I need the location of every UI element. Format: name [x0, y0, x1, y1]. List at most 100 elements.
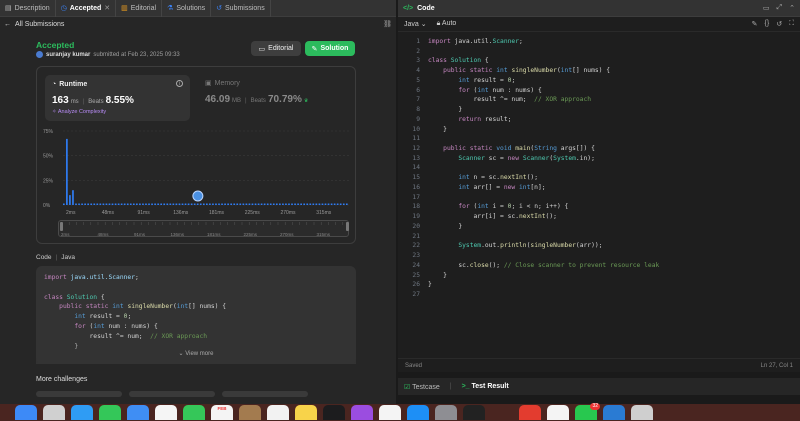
- launchpad-icon[interactable]: [43, 405, 65, 420]
- runtime-bar[interactable]: [285, 203, 287, 205]
- runtime-bar[interactable]: [315, 203, 318, 205]
- expand-icon[interactable]: ⤢: [777, 4, 783, 12]
- code-line[interactable]: Scanner sc = new Scanner(System.in);: [428, 154, 595, 164]
- runtime-bar[interactable]: [209, 203, 211, 205]
- runtime-bar[interactable]: [294, 203, 296, 205]
- note-icon[interactable]: ✎: [752, 20, 758, 28]
- code-line[interactable]: import java.util.Scanner;: [428, 37, 523, 47]
- runtime-bar[interactable]: [321, 203, 324, 205]
- runtime-bar[interactable]: [63, 203, 65, 205]
- maximize-icon[interactable]: ▭: [763, 4, 770, 12]
- runtime-bar[interactable]: [233, 203, 236, 205]
- runtime-bar[interactable]: [193, 203, 196, 205]
- runtime-bar[interactable]: [248, 203, 251, 205]
- runtime-bar[interactable]: [260, 203, 263, 205]
- notes-icon[interactable]: [295, 405, 317, 420]
- runtime-bar[interactable]: [84, 203, 86, 205]
- runtime-bar[interactable]: [339, 203, 342, 205]
- runtime-bar[interactable]: [330, 203, 333, 205]
- code-line[interactable]: public static void main(String args[]) {: [428, 144, 595, 154]
- runtime-bar[interactable]: [245, 203, 248, 205]
- tab-test-result[interactable]: >_ Test Result: [462, 383, 509, 390]
- tab-solutions[interactable]: ⚗ Solutions: [162, 0, 212, 17]
- runtime-bar[interactable]: [148, 203, 150, 205]
- slider-handle-right[interactable]: [346, 222, 349, 231]
- code-editor[interactable]: 1 import java.util.Scanner; 2 3 class Soluti…: [398, 32, 800, 358]
- back-link[interactable]: ← All Submissions: [4, 21, 64, 28]
- code-line[interactable]: int n = sc.nextInt();: [428, 173, 538, 183]
- runtime-bar[interactable]: [96, 203, 99, 205]
- runtime-bar[interactable]: [154, 203, 156, 205]
- code-line[interactable]: }: [428, 125, 447, 135]
- vscode-icon[interactable]: [603, 405, 625, 420]
- runtime-bar[interactable]: [160, 203, 163, 205]
- chevron-up-icon[interactable]: ⌃: [789, 4, 795, 12]
- chrome-icon[interactable]: [547, 405, 569, 420]
- code-line[interactable]: int arr[] = new int[n];: [428, 183, 545, 193]
- runtime-bar[interactable]: [218, 203, 220, 205]
- code-line[interactable]: arr[i] = sc.nextInt();: [428, 212, 556, 222]
- runtime-card[interactable]: ◔ Runtime i 163 ms | Beats 8.55% ✧ Analyz…: [45, 75, 190, 121]
- trash-icon[interactable]: [631, 405, 653, 420]
- runtime-bar[interactable]: [163, 203, 166, 205]
- challenge-placeholder[interactable]: [129, 391, 215, 397]
- runtime-bar[interactable]: [318, 203, 321, 205]
- runtime-bar[interactable]: [169, 203, 172, 205]
- runtime-bar[interactable]: [269, 203, 272, 205]
- runtime-bar[interactable]: [78, 203, 80, 205]
- runtime-bar[interactable]: [111, 203, 114, 205]
- keynote-icon[interactable]: [239, 405, 261, 420]
- finder-icon[interactable]: [15, 405, 37, 420]
- code-line[interactable]: int result = 0;: [428, 76, 515, 86]
- runtime-bar[interactable]: [342, 203, 345, 205]
- runtime-bar[interactable]: [142, 203, 144, 205]
- memory-card[interactable]: ▣ Memory 46.09 MB | Beats 70.79% ♛: [205, 79, 350, 119]
- reset-icon[interactable]: ↺: [776, 20, 782, 28]
- runtime-bar[interactable]: [324, 203, 327, 205]
- app-icon[interactable]: [519, 405, 541, 420]
- tab-editorial[interactable]: ▥ Editorial: [116, 0, 163, 17]
- slider-handle-left[interactable]: [60, 222, 63, 231]
- runtime-bar[interactable]: [206, 203, 208, 205]
- messages-icon[interactable]: [99, 405, 121, 420]
- runtime-bar[interactable]: [136, 203, 138, 205]
- runtime-bar[interactable]: [90, 203, 93, 205]
- runtime-bar[interactable]: [312, 203, 315, 205]
- runtime-bar[interactable]: [306, 203, 309, 205]
- podcasts-icon[interactable]: [351, 405, 373, 420]
- tab-submissions[interactable]: ↺ Submissions: [211, 0, 271, 17]
- reminders-icon[interactable]: [267, 405, 289, 420]
- safari-icon[interactable]: [71, 405, 93, 420]
- info-icon[interactable]: i: [176, 80, 183, 87]
- runtime-bar[interactable]: [333, 203, 336, 205]
- runtime-bar[interactable]: [99, 203, 102, 205]
- terminal-icon[interactable]: [463, 405, 485, 420]
- runtime-bar[interactable]: [202, 203, 205, 205]
- runtime-bar[interactable]: [227, 203, 229, 205]
- runtime-bar[interactable]: [105, 203, 108, 205]
- runtime-bar[interactable]: [172, 203, 175, 205]
- runtime-bar[interactable]: [275, 203, 278, 205]
- runtime-bar[interactable]: [123, 203, 126, 205]
- runtime-bar[interactable]: [102, 203, 105, 205]
- runtime-bar[interactable]: [303, 203, 306, 205]
- challenge-placeholder[interactable]: [222, 391, 308, 397]
- mail-icon[interactable]: [127, 405, 149, 420]
- runtime-bar[interactable]: [190, 203, 193, 205]
- runtime-bar[interactable]: [254, 203, 257, 205]
- runtime-bar[interactable]: [81, 203, 83, 205]
- news-icon[interactable]: [379, 405, 401, 420]
- runtime-bar[interactable]: [166, 203, 169, 205]
- code-line[interactable]: public static int singleNumber(int[] num…: [428, 66, 610, 76]
- runtime-bar[interactable]: [236, 203, 239, 205]
- runtime-bar[interactable]: [242, 203, 245, 205]
- code-line[interactable]: System.out.println(singleNumber(arr));: [428, 241, 602, 251]
- runtime-bar[interactable]: [66, 138, 68, 205]
- whatsapp-icon[interactable]: 32: [575, 403, 600, 420]
- runtime-bar[interactable]: [266, 203, 269, 205]
- runtime-bar[interactable]: [151, 203, 153, 205]
- runtime-bar[interactable]: [114, 203, 117, 205]
- runtime-bar[interactable]: [309, 203, 312, 205]
- username[interactable]: suranjay kumar: [46, 52, 90, 58]
- runtime-bar[interactable]: [117, 203, 120, 205]
